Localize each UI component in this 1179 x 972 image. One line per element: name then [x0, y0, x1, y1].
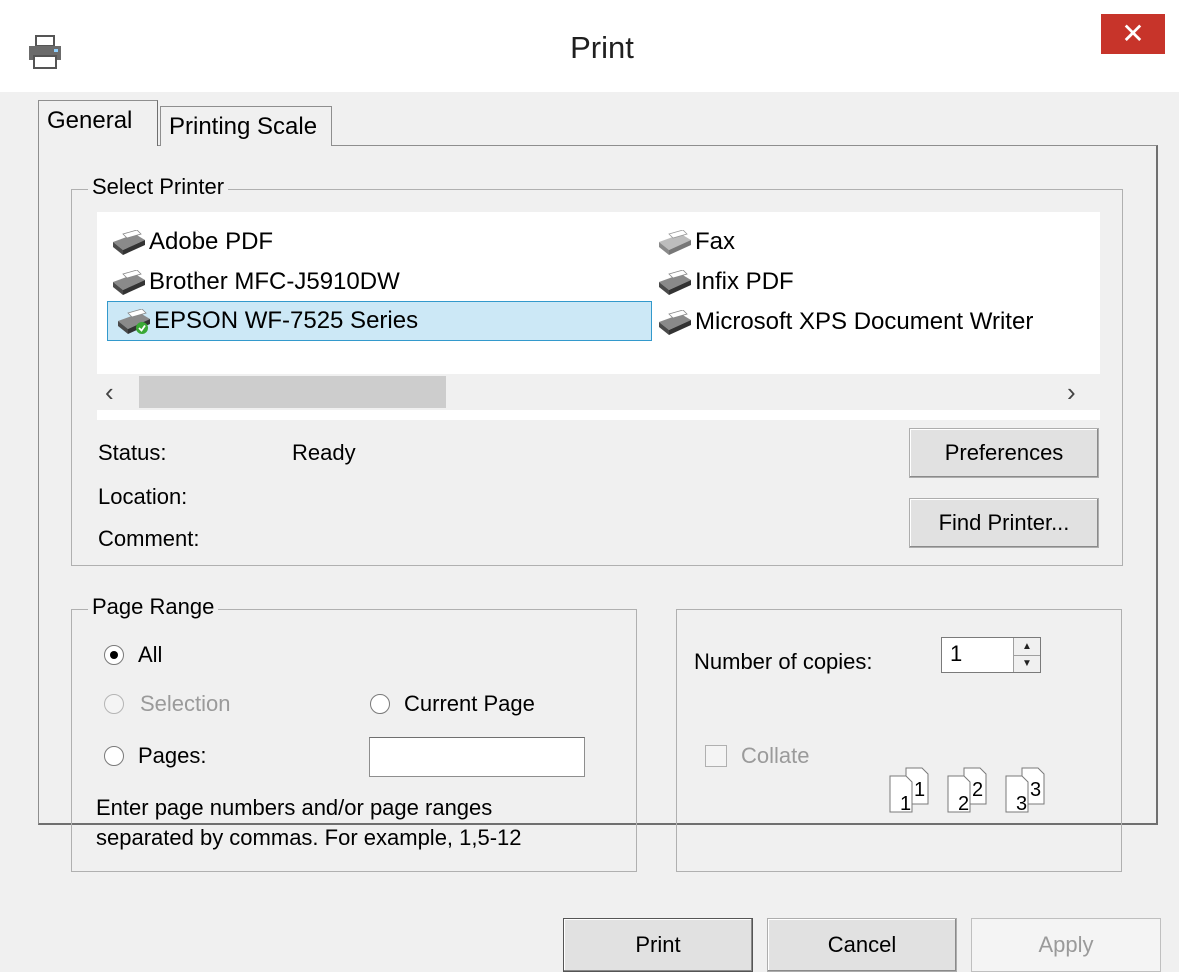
- radio-current-page-label: Current Page: [404, 691, 535, 716]
- printer-list-scrollbar[interactable]: ‹ ›: [97, 374, 1100, 410]
- page-range-legend: Page Range: [88, 594, 219, 620]
- chevron-right-icon[interactable]: ›: [1067, 374, 1091, 410]
- print-button[interactable]: Print: [563, 918, 753, 972]
- collate-page-3-front: 3: [1016, 793, 1027, 815]
- copies-stepper-buttons: ▲ ▼: [1013, 638, 1040, 672]
- location-label: Location:: [98, 484, 188, 509]
- collate-checkbox: [705, 745, 727, 767]
- radio-all-label: All: [138, 642, 163, 667]
- close-button[interactable]: ✕: [1101, 14, 1165, 54]
- printer-item-infix-pdf[interactable]: Infix PDF: [649, 264, 1089, 300]
- printer-item-fax[interactable]: Fax: [649, 224, 1089, 260]
- find-printer-button[interactable]: Find Printer...: [909, 498, 1099, 548]
- collate-page-3-back: 3: [1030, 779, 1041, 801]
- window-title: Print: [570, 30, 634, 65]
- title-bar: Print ✕: [0, 0, 1179, 92]
- collate-label: Collate: [741, 743, 810, 768]
- printer-icon: [113, 270, 145, 295]
- printer-item-microsoft-xps[interactable]: Microsoft XPS Document Writer: [649, 304, 1100, 340]
- collate-page-2-back: 2: [972, 779, 983, 801]
- status-label: Status:: [98, 440, 167, 465]
- apply-button: Apply: [971, 918, 1161, 972]
- preferences-button[interactable]: Preferences: [909, 428, 1099, 478]
- printer-item-epson[interactable]: EPSON WF-7525 Series: [107, 301, 652, 341]
- printer-name: Adobe PDF: [149, 228, 274, 255]
- radio-selection: [104, 694, 124, 714]
- printer-name: EPSON WF-7525 Series: [154, 307, 419, 334]
- printer-default-icon: [118, 309, 150, 334]
- stepper-up-icon[interactable]: ▲: [1014, 638, 1040, 656]
- printer-name: Brother MFC-J5910DW: [149, 268, 400, 295]
- collate-page-1-back: 1: [914, 779, 925, 801]
- page-range-hint-line1: Enter page numbers and/or page ranges: [96, 795, 493, 820]
- radio-pages-label: Pages:: [138, 743, 207, 768]
- printer-name: Fax: [695, 228, 736, 255]
- select-printer-legend: Select Printer: [88, 174, 229, 200]
- tab-printing-scale[interactable]: Printing Scale: [160, 106, 332, 146]
- printer-icon: [659, 270, 691, 295]
- pages-input[interactable]: [369, 737, 585, 777]
- radio-selection-label: Selection: [140, 691, 231, 716]
- tab-general[interactable]: General: [38, 100, 158, 146]
- collate-pages-icon: 1 1 2 2 3 3: [889, 767, 1045, 815]
- printer-item-adobe-pdf[interactable]: Adobe PDF: [103, 224, 643, 260]
- copies-label: Number of copies:: [694, 649, 873, 674]
- fax-icon: [659, 230, 691, 255]
- printer-item-brother[interactable]: Brother MFC-J5910DW: [103, 264, 643, 300]
- radio-all[interactable]: [104, 645, 124, 665]
- stepper-down-icon[interactable]: ▼: [1014, 655, 1040, 672]
- copies-stepper[interactable]: 1 ▲ ▼: [941, 637, 1041, 673]
- scrollbar-thumb[interactable]: [139, 376, 446, 408]
- collate-page-2-front: 2: [958, 793, 969, 815]
- radio-pages[interactable]: [104, 746, 124, 766]
- radio-current-page[interactable]: [370, 694, 390, 714]
- close-icon: ✕: [1121, 18, 1145, 49]
- print-dialog: Print ✕ General Printing Scale Select Pr…: [0, 0, 1179, 972]
- copies-value: 1: [950, 641, 963, 666]
- printer-name: Infix PDF: [695, 268, 794, 295]
- page-range-hint-line2: separated by commas. For example, 1,5-12: [96, 825, 522, 850]
- cancel-button[interactable]: Cancel: [767, 918, 957, 972]
- printer-icon: [659, 310, 691, 335]
- collate-page-1-front: 1: [900, 793, 911, 815]
- status-value: Ready: [292, 440, 356, 465]
- printer-icon: [113, 230, 145, 255]
- chevron-left-icon[interactable]: ‹: [105, 374, 129, 410]
- printer-name: Microsoft XPS Document Writer: [695, 308, 1034, 335]
- comment-label: Comment:: [98, 526, 200, 551]
